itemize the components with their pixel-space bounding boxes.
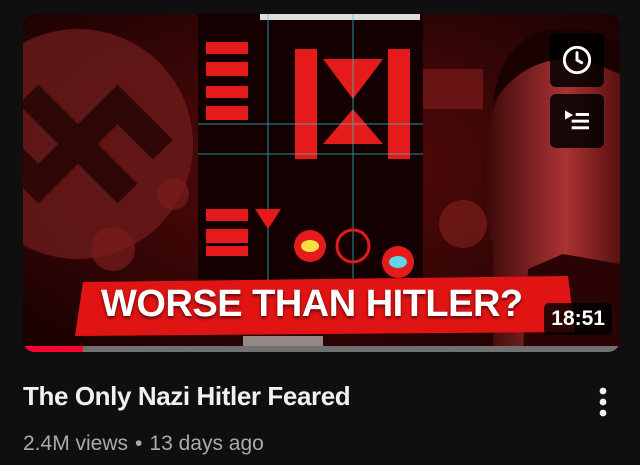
add-to-queue-button[interactable]	[550, 94, 604, 148]
view-count: 2.4M views	[23, 432, 129, 455]
thumbnail-headline: WORSE THAN HITLER?	[101, 283, 523, 325]
more-actions-button[interactable]	[588, 380, 618, 424]
watch-later-button[interactable]	[550, 33, 604, 87]
watch-progress-bar	[23, 346, 620, 352]
video-thumbnail[interactable]: WORSE THAN HITLER? 18:51	[23, 14, 620, 352]
kebab-menu-icon	[599, 387, 607, 417]
queue-icon	[565, 110, 589, 134]
upload-age: 13 days ago	[149, 432, 264, 455]
video-metadata: 2.4M views • 13 days ago	[23, 430, 264, 458]
video-title[interactable]: The Only Nazi Hitler Feared	[23, 380, 563, 412]
watch-progress-fill	[23, 346, 83, 352]
meta-separator: •	[135, 432, 143, 455]
duration-badge: 18:51	[544, 303, 612, 335]
clock-icon	[562, 45, 592, 75]
video-card[interactable]: WORSE THAN HITLER? 18:51 The Only Nazi H…	[0, 0, 640, 465]
